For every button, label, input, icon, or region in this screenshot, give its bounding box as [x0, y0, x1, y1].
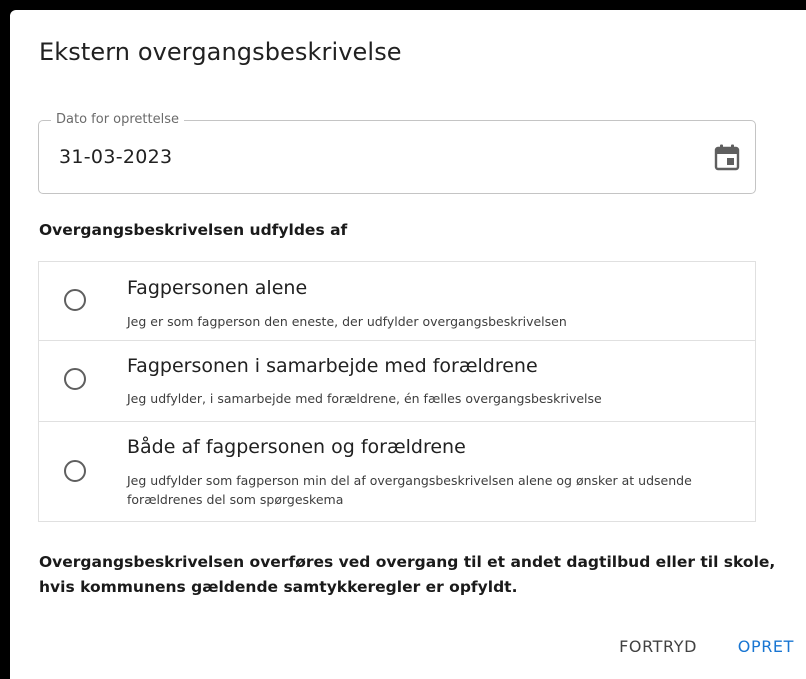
option-description: Jeg udfylder som fagperson min del af ov… [127, 473, 692, 507]
cancel-button[interactable]: FORTRYD [619, 637, 697, 656]
option-title: Fagpersonen alene [127, 277, 308, 299]
option-description: Jeg er som fagperson den eneste, der udf… [127, 314, 567, 329]
option-both-fagperson-and-parents[interactable]: Både af fagpersonen og forældrene Jeg ud… [39, 422, 755, 521]
calendar-icon[interactable] [714, 144, 740, 171]
option-title: Fagpersonen i samarbejde med forældrene [127, 355, 538, 377]
fill-options-list: Fagpersonen alene Jeg er som fagperson d… [38, 261, 756, 522]
date-field[interactable]: Dato for oprettelse 31-03-2023 [38, 112, 756, 194]
date-field-value[interactable]: 31-03-2023 [59, 146, 172, 168]
fill-section-heading: Overgangsbeskrivelsen udfyldes af [39, 221, 348, 239]
create-button[interactable]: OPRET [738, 637, 794, 656]
dialog-title: Ekstern overgangsbeskrivelse [39, 38, 402, 66]
radio-button[interactable] [64, 460, 86, 482]
date-field-label: Dato for oprettelse [51, 112, 185, 128]
option-description: Jeg udfylder, i samarbejde med forældren… [127, 391, 602, 406]
option-fagperson-with-parents[interactable]: Fagpersonen i samarbejde med forældrene … [39, 341, 755, 422]
window-frame: Ekstern overgangsbeskrivelse Dato for op… [0, 0, 806, 679]
transfer-note: Overgangsbeskrivelsen overføres ved over… [39, 553, 776, 596]
radio-button[interactable] [64, 368, 86, 390]
option-title: Både af fagpersonen og forældrene [127, 436, 466, 458]
option-fagperson-alone[interactable]: Fagpersonen alene Jeg er som fagperson d… [39, 262, 755, 341]
dialog: Ekstern overgangsbeskrivelse Dato for op… [10, 10, 806, 679]
radio-button[interactable] [64, 289, 86, 311]
